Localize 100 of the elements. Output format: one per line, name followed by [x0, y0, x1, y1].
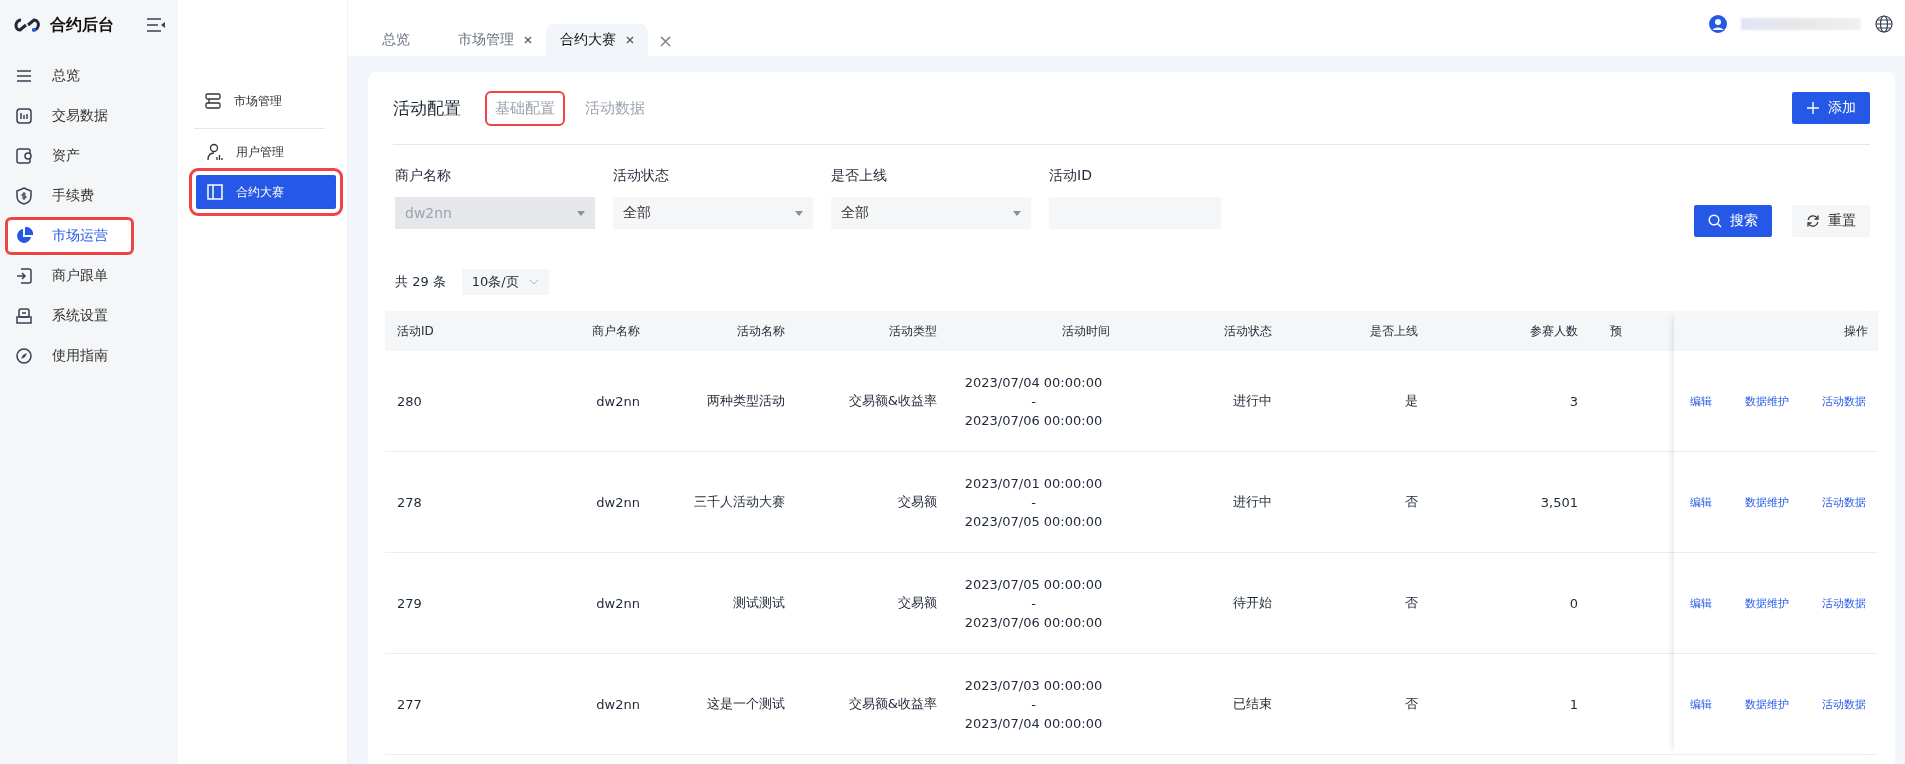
action-link[interactable]: 数据维护 [1745, 595, 1789, 611]
table-cell-text: 2023/07/05 00:00:00 - 2023/07/06 00:00:00 [963, 576, 1104, 630]
action-link[interactable]: 编辑 [1690, 595, 1712, 611]
close-icon[interactable] [626, 36, 634, 44]
panel-icon [206, 183, 224, 201]
table-cell-text: 测试测试 [732, 594, 786, 612]
chevron-down-icon [528, 279, 539, 285]
login-icon [14, 266, 34, 286]
plus-icon [1806, 101, 1820, 115]
column-header: 活动ID [396, 322, 435, 340]
table-cell-text: dw2nn [595, 595, 641, 611]
column-header: 活动状态 [1223, 322, 1273, 340]
table-cell-text: 交易额 [897, 493, 938, 511]
menu-collapse-icon[interactable] [146, 18, 166, 32]
pie-icon [14, 226, 34, 246]
sidebar-item[interactable]: 商户跟单 [0, 256, 178, 296]
page-title: 活动配置 [393, 96, 461, 120]
column-header: 活动时间 [1061, 322, 1111, 340]
filter-label: 是否上线 [831, 167, 888, 185]
table-cell-text: 277 [396, 696, 423, 712]
close-icon[interactable] [524, 36, 532, 44]
dropdown-caret-icon [1013, 210, 1021, 216]
submenu-item[interactable]: 市场管理 [194, 84, 325, 129]
sidebar-item[interactable]: 总览 [0, 56, 178, 96]
table-cell-text: 278 [396, 494, 423, 510]
table-cell-text: 279 [396, 595, 423, 611]
column-header: 活动名称 [736, 322, 786, 340]
table-cell-text: 交易额&收益率 [847, 392, 938, 410]
table-cell-text: 2023/07/04 00:00:00 - 2023/07/06 00:00:00 [963, 374, 1104, 428]
table-cell-text: 进行中 [1232, 392, 1273, 410]
action-link[interactable]: 活动数据 [1822, 595, 1866, 611]
tray-icon [14, 306, 34, 326]
column-header: 商户名称 [591, 322, 641, 340]
action-link[interactable]: 编辑 [1690, 494, 1712, 510]
table-cell-text: 2023/07/01 00:00:00 - 2023/07/05 00:00:00 [963, 475, 1104, 529]
avatar-icon[interactable] [1709, 15, 1727, 33]
close-all-tabs-button[interactable]: × [648, 24, 684, 56]
action-link[interactable]: 编辑 [1690, 696, 1712, 712]
submenu-item[interactable]: 用户管理 [196, 135, 336, 169]
wallet-icon [14, 146, 34, 166]
table-cell-text: dw2nn [595, 393, 641, 409]
sidebar-item[interactable]: 使用指南 [0, 336, 178, 376]
logo-icon [12, 17, 42, 33]
globe-icon[interactable] [1875, 15, 1893, 33]
add-button[interactable]: 添加 [1792, 92, 1870, 124]
refresh-icon [1806, 214, 1820, 228]
total-count: 共 29 条 [395, 273, 446, 291]
sidebar-item[interactable]: 手续费 [0, 176, 178, 216]
column-header: 操作 [1843, 322, 1869, 340]
table-cell-text: 两种类型活动 [706, 392, 786, 410]
table-cell-text: 是 [1404, 392, 1419, 410]
sidebar-item[interactable]: 资产 [0, 136, 178, 176]
table-cell-text: 这是一个测试 [706, 695, 786, 713]
filter-label: 活动状态 [613, 167, 670, 185]
table-cell-text: 三千人活动大赛 [693, 493, 786, 511]
table-cell-text: 0 [1568, 595, 1579, 611]
table-cell-text: 2023/07/03 00:00:00 - 2023/07/04 00:00:00 [963, 677, 1104, 731]
column-header: 活动类型 [888, 322, 938, 340]
brand-title: 合约后台 [50, 14, 114, 36]
table-cell-text: dw2nn [595, 494, 641, 510]
table-cell-text: 280 [396, 393, 423, 409]
action-link[interactable]: 数据维护 [1745, 393, 1789, 409]
table-cell-text: 3,501 [1539, 494, 1579, 510]
table-cell-text: 待开始 [1232, 594, 1273, 612]
page-tab[interactable]: 市场管理 [444, 24, 546, 56]
dropdown-caret-icon [577, 210, 585, 216]
action-link[interactable]: 活动数据 [1822, 696, 1866, 712]
action-link[interactable]: 数据维护 [1745, 696, 1789, 712]
column-header: 预 [1609, 322, 1623, 340]
dropdown-caret-icon [795, 210, 803, 216]
table-cell-text: 3 [1568, 393, 1579, 409]
table-cell-text: 交易额&收益率 [847, 695, 938, 713]
action-link[interactable]: 活动数据 [1822, 494, 1866, 510]
compass-icon [14, 346, 34, 366]
page-tab[interactable]: 总览 [368, 24, 444, 56]
table-cell-text: dw2nn [595, 696, 641, 712]
table-cell-text: 交易额 [897, 594, 938, 612]
user-chart-icon [206, 143, 224, 161]
action-link[interactable]: 活动数据 [1822, 393, 1866, 409]
sidebar-item[interactable]: 市场运营 [4, 216, 135, 256]
filter-label: 活动ID [1049, 167, 1093, 185]
chart-icon [14, 106, 34, 126]
select-field[interactable]: 全部 [613, 197, 813, 229]
table-cell-text: 1 [1568, 696, 1579, 712]
table-cell-text: 已结束 [1232, 695, 1273, 713]
table-cell-text: 否 [1404, 695, 1419, 713]
page-tab[interactable]: 合约大赛 [546, 24, 648, 56]
table-cell-text: 否 [1404, 594, 1419, 612]
reset-button[interactable]: 重置 [1792, 205, 1870, 237]
sidebar-item[interactable]: 交易数据 [0, 96, 178, 136]
select-field[interactable]: 全部 [831, 197, 1031, 229]
action-link[interactable]: 数据维护 [1745, 494, 1789, 510]
filter-label: 商户名称 [395, 167, 452, 185]
column-header: 参赛人数 [1529, 322, 1579, 340]
search-button[interactable]: 搜索 [1694, 205, 1772, 237]
table-cell-text: 否 [1404, 493, 1419, 511]
page-size-select[interactable]: 10条/页 [461, 269, 549, 295]
sidebar-item[interactable]: 系统设置 [0, 296, 178, 336]
action-link[interactable]: 编辑 [1690, 393, 1712, 409]
table-cell-text: 进行中 [1232, 493, 1273, 511]
